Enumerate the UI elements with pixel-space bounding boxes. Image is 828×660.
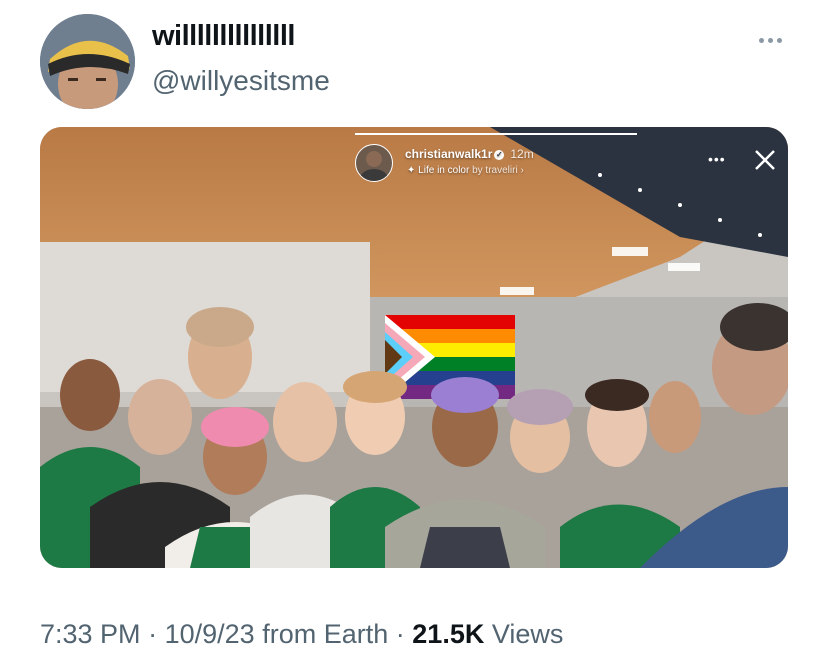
story-time: 12m bbox=[510, 147, 534, 161]
close-icon bbox=[755, 150, 775, 170]
profile-avatar bbox=[40, 14, 135, 109]
story-username-row: christianwalk1r ✓ 12m bbox=[405, 147, 534, 161]
story-avatar bbox=[355, 144, 393, 182]
author-handle[interactable]: @willyesitsme bbox=[152, 65, 330, 97]
chevron-right-icon: › bbox=[517, 165, 524, 176]
verified-check-icon: ✓ bbox=[494, 149, 505, 160]
story-username: christianwalk1r bbox=[405, 147, 493, 161]
tweet-date[interactable]: 10/9/23 bbox=[165, 619, 255, 649]
sparkle-music-icon: ✦ bbox=[407, 165, 419, 176]
story-music-row: ✦ Life in color by traveliri › bbox=[407, 165, 524, 176]
story-more-icon: ••• bbox=[708, 151, 726, 167]
starbucks-scene-image bbox=[40, 127, 788, 568]
tweet-meta: 7:33 PM · 10/9/23 from Earth · 21.5K Vie… bbox=[40, 619, 563, 650]
story-music-title: Life in color bbox=[418, 165, 470, 176]
tweet-source: from Earth bbox=[262, 619, 389, 649]
meta-separator: · bbox=[148, 619, 158, 649]
more-horizontal-icon bbox=[758, 37, 764, 43]
views-count[interactable]: 21.5K bbox=[412, 619, 484, 649]
more-options-button[interactable] bbox=[750, 28, 790, 52]
tweet-time[interactable]: 7:33 PM bbox=[40, 619, 141, 649]
meta-separator: · bbox=[395, 619, 405, 649]
tweet-media-image[interactable]: christianwalk1r ✓ 12m ✦ Life in color by t… bbox=[40, 127, 788, 568]
views-label[interactable]: Views bbox=[492, 619, 564, 649]
story-music-by: by traveliri bbox=[472, 165, 518, 176]
story-profile-icon bbox=[360, 151, 388, 181]
author-display-name[interactable]: willlllllllllllll bbox=[152, 20, 295, 53]
story-progress-bar bbox=[355, 133, 637, 135]
author-avatar[interactable] bbox=[40, 14, 135, 109]
